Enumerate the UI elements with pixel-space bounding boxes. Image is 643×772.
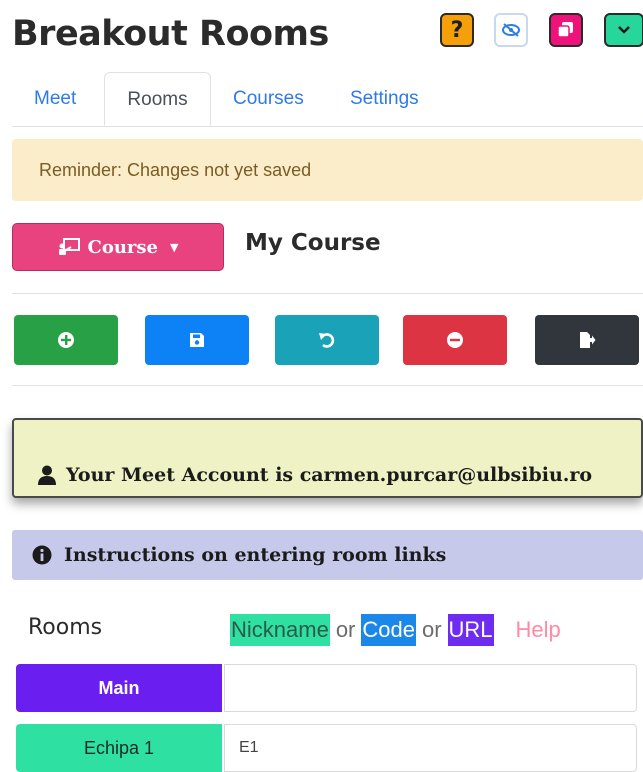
user-icon — [38, 465, 56, 485]
copy-button[interactable] — [549, 13, 583, 47]
minus-circle-icon — [447, 332, 463, 348]
file-export-icon — [580, 332, 596, 348]
floppy-disk-icon — [190, 333, 204, 347]
chevron-down-icon — [618, 26, 630, 34]
tab-bar: Meet Rooms Courses Settings — [12, 72, 643, 127]
legend-or: or — [335, 617, 356, 642]
header: Breakout Rooms ? — [0, 0, 643, 72]
chalkboard-teacher-icon — [58, 238, 80, 255]
tab-settings[interactable]: Settings — [350, 72, 419, 126]
room-link-input[interactable]: E1 — [224, 724, 637, 772]
unsaved-reminder: Reminder: Changes not yet saved — [12, 139, 643, 201]
remove-room-button[interactable] — [403, 315, 507, 365]
plus-circle-icon — [58, 332, 74, 348]
instructions-text: Instructions on entering room links — [64, 544, 447, 566]
info-circle-icon — [32, 545, 52, 565]
room-link-legend: Nickname or Code or URL Help — [230, 614, 561, 646]
hide-button[interactable] — [494, 13, 528, 47]
room-row: Echipa 1 E1 — [16, 724, 637, 772]
toggle-button[interactable] — [604, 13, 643, 47]
export-button[interactable] — [535, 315, 639, 365]
caret-down-icon: ▼ — [170, 240, 179, 254]
tab-courses[interactable]: Courses — [233, 72, 304, 126]
room-link-input[interactable] — [224, 664, 637, 712]
tab-meet[interactable]: Meet — [34, 72, 76, 126]
legend-nickname: Nickname — [230, 614, 330, 646]
room-main-button[interactable]: Main — [16, 664, 222, 712]
legend-code: Code — [361, 614, 416, 646]
meet-account-panel: Your Meet Account is carmen.purcar@ulbsi… — [12, 418, 643, 498]
legend-url: URL — [447, 614, 494, 646]
help-link[interactable]: Help — [516, 617, 561, 643]
room-row: Main — [16, 664, 637, 712]
question-mark-icon: ? — [450, 17, 464, 43]
course-button-label: Course — [87, 236, 159, 258]
copy-icon — [557, 22, 573, 38]
add-room-button[interactable] — [14, 315, 118, 365]
legend-or: or — [421, 617, 442, 642]
eye-slash-icon — [502, 23, 520, 37]
help-button[interactable]: ? — [440, 13, 474, 47]
rooms-heading: Rooms — [28, 615, 103, 640]
undo-icon — [319, 333, 335, 348]
instructions-toggle[interactable]: Instructions on entering room links — [12, 530, 643, 580]
tab-rooms[interactable]: Rooms — [104, 72, 211, 126]
room-echipa-1-button[interactable]: Echipa 1 — [16, 724, 222, 772]
divider — [12, 385, 643, 386]
undo-button[interactable] — [275, 315, 379, 365]
course-name: My Course — [245, 230, 381, 256]
divider — [12, 293, 643, 294]
meet-account-text: Your Meet Account is carmen.purcar@ulbsi… — [66, 464, 593, 486]
course-dropdown-button[interactable]: Course ▼ — [12, 223, 224, 271]
save-button[interactable] — [145, 315, 249, 365]
page-title: Breakout Rooms — [12, 14, 329, 54]
